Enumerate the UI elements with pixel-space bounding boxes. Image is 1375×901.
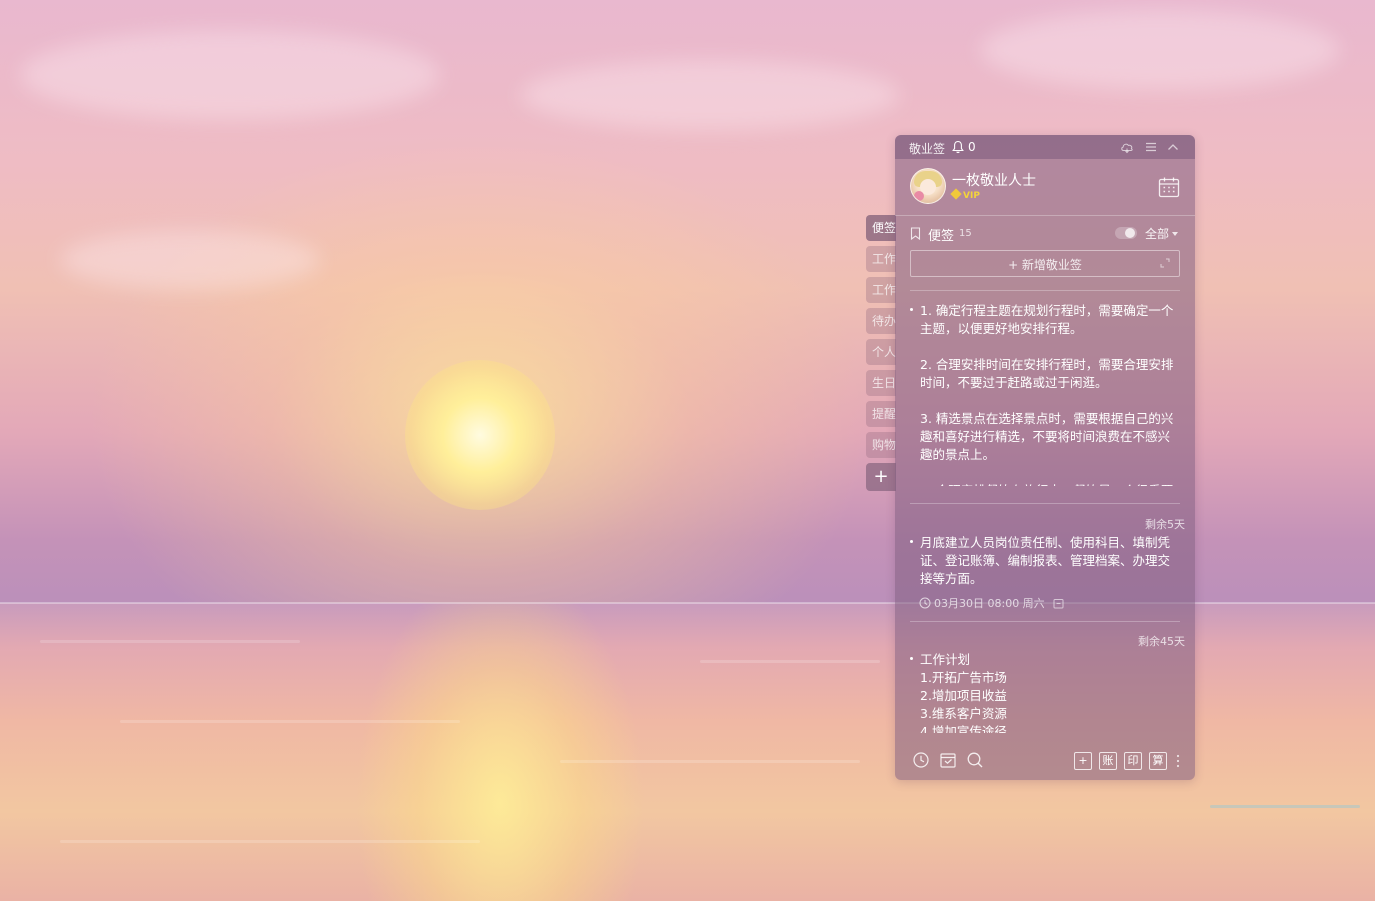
tab-work-2[interactable]: 工作 bbox=[866, 277, 896, 303]
bullet bbox=[910, 308, 913, 311]
caret-down-icon bbox=[1172, 232, 1179, 236]
wave bbox=[560, 760, 860, 763]
bottom-toolbar: + 账 印 算 bbox=[895, 738, 1195, 780]
clock-icon bbox=[919, 597, 931, 609]
section-title: 便签 bbox=[928, 229, 955, 244]
app-title: 敬业签 bbox=[909, 142, 946, 156]
tab-todo[interactable]: 待办 bbox=[866, 308, 896, 334]
sun bbox=[405, 360, 555, 510]
add-tab-button[interactable]: + bbox=[866, 463, 896, 491]
note-text: 月底建立人员岗位责任制、使用科目、填制凭证、登记账簿、编制报表、管理档案、办理交… bbox=[920, 535, 1171, 586]
note-text: 工作计划 1.开拓广告市场 2.增加项目收益 3.维系客户资源 4.增加宣传途径 bbox=[920, 652, 1007, 733]
note-item[interactable]: 工作计划 1.开拓广告市场 2.增加项目收益 3.维系客户资源 4.增加宣传途径 bbox=[910, 651, 1180, 733]
new-note-label: + 新增敬业签 bbox=[1008, 258, 1082, 272]
cloud bbox=[520, 60, 900, 130]
menu-icon[interactable] bbox=[1144, 140, 1158, 154]
more-vertical-icon[interactable] bbox=[1176, 753, 1180, 769]
expand-icon[interactable] bbox=[1160, 258, 1170, 268]
note-item[interactable]: 月底建立人员岗位责任制、使用科目、填制凭证、登记账簿、编制报表、管理档案、办理交… bbox=[910, 534, 1180, 590]
vip-badge: VIP bbox=[950, 188, 980, 201]
note-item[interactable]: 1. 确定行程主题在规划行程时，需要确定一个主题，以便更好地安排行程。 2. 合… bbox=[910, 302, 1180, 486]
username[interactable]: 一枚敬业人士 bbox=[952, 170, 1036, 190]
vip-label: VIP bbox=[963, 191, 980, 201]
cloud bbox=[20, 30, 440, 120]
remaining-days: 剩余5天 bbox=[1145, 518, 1185, 531]
ledger-button[interactable]: 账 bbox=[1099, 752, 1117, 770]
tab-notes[interactable]: 便签 bbox=[866, 215, 896, 241]
tab-personal[interactable]: 个人 bbox=[866, 339, 896, 365]
sticky-note-widget: 敬业签 0 一枚敬业人士 VIP 便签 15 全部 + 新增敬业签 1. 确定行… bbox=[895, 135, 1195, 780]
filter-label: 全部 bbox=[1145, 227, 1170, 241]
bookmark-icon bbox=[910, 227, 921, 240]
note-divider bbox=[910, 621, 1180, 622]
cloud bbox=[980, 10, 1340, 90]
section-header: 便签 15 全部 bbox=[910, 225, 1180, 244]
cloud-sync-icon[interactable] bbox=[1120, 140, 1134, 154]
bullet bbox=[910, 540, 913, 543]
tab-work[interactable]: 工作 bbox=[866, 246, 896, 272]
section-count: 15 bbox=[959, 228, 972, 239]
remaining-days: 剩余45天 bbox=[1138, 635, 1185, 648]
view-toggle[interactable] bbox=[1115, 227, 1137, 239]
search-icon[interactable] bbox=[966, 751, 984, 769]
bell-icon[interactable] bbox=[952, 140, 964, 154]
user-profile: 一枚敬业人士 VIP bbox=[895, 159, 1195, 215]
tab-reminder[interactable]: 提醒 bbox=[866, 401, 896, 427]
sun-reflection bbox=[300, 603, 700, 901]
note-text: 1. 确定行程主题在规划行程时，需要确定一个主题，以便更好地安排行程。 2. 合… bbox=[920, 303, 1174, 486]
bullet bbox=[910, 657, 913, 660]
title-bar[interactable]: 敬业签 0 bbox=[895, 135, 1195, 159]
calculator-button[interactable]: 算 bbox=[1149, 752, 1167, 770]
list-divider bbox=[910, 290, 1180, 291]
reminder-time[interactable]: 03月30日 08:00 周六 bbox=[919, 595, 1067, 611]
avatar[interactable] bbox=[910, 168, 946, 204]
wave bbox=[40, 640, 300, 643]
cloud bbox=[60, 230, 320, 290]
calendar-icon[interactable] bbox=[1158, 176, 1180, 198]
print-button[interactable]: 印 bbox=[1124, 752, 1142, 770]
add-icon[interactable]: + bbox=[1074, 752, 1092, 770]
chevron-up-icon[interactable] bbox=[1166, 140, 1180, 154]
tab-birthday[interactable]: 生日 bbox=[866, 370, 896, 396]
filter-dropdown[interactable]: 全部 bbox=[1145, 225, 1179, 242]
wave bbox=[60, 840, 480, 843]
wave bbox=[1210, 805, 1360, 808]
new-note-button[interactable]: + 新增敬业签 bbox=[910, 250, 1180, 277]
wave bbox=[700, 660, 880, 663]
history-icon[interactable] bbox=[912, 751, 930, 769]
note-divider bbox=[910, 503, 1180, 504]
reminder-count: 0 bbox=[968, 140, 976, 154]
reminder-text: 03月30日 08:00 周六 bbox=[934, 597, 1045, 610]
tab-shopping[interactable]: 购物 bbox=[866, 432, 896, 458]
profile-divider bbox=[895, 215, 1195, 216]
archive-icon[interactable] bbox=[939, 751, 957, 769]
wave bbox=[120, 720, 460, 723]
alarm-icon bbox=[1053, 599, 1064, 609]
